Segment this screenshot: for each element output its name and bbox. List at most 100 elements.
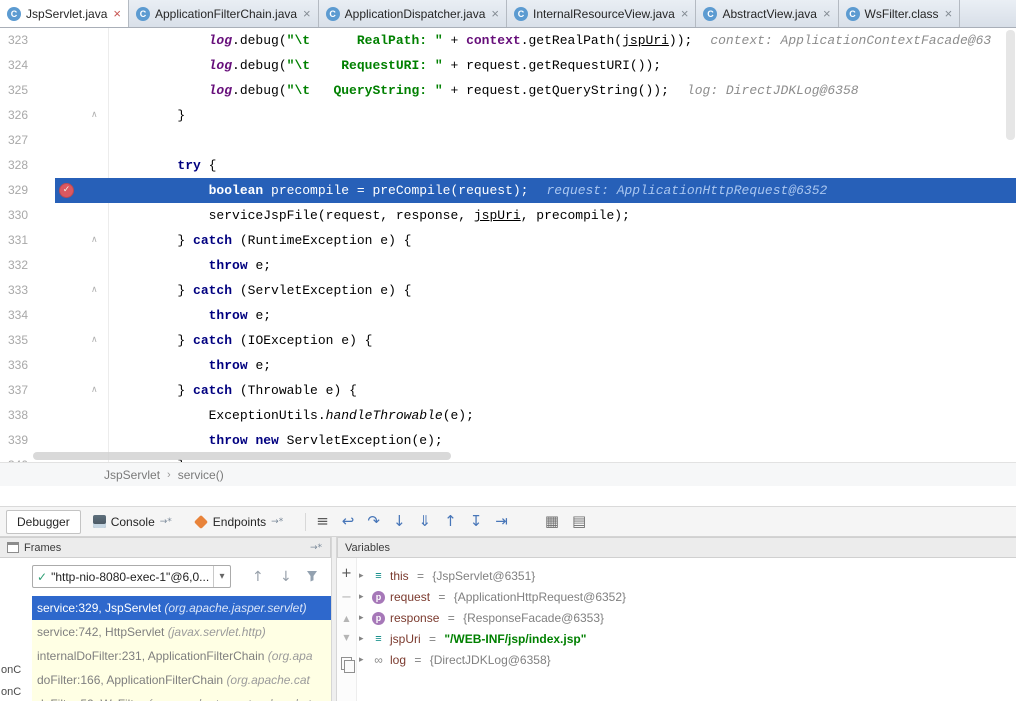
frame-location: service:329, JspServlet	[37, 601, 164, 615]
force-step-into-icon[interactable]: ⇓	[419, 514, 432, 529]
close-icon[interactable]: ×	[945, 7, 953, 20]
tab-label: JspServlet.java	[26, 7, 107, 21]
horizontal-scrollbar[interactable]	[33, 452, 451, 460]
expand-arrow-icon[interactable]: ▸	[359, 566, 367, 587]
fold-marker-icon[interactable]: ∧	[91, 228, 98, 253]
close-icon[interactable]: ×	[491, 7, 499, 20]
variable-row[interactable]: ▸≡this = {JspServlet@6351}	[359, 566, 1016, 587]
step-into-icon[interactable]: ↓	[393, 514, 406, 529]
step-over-icon[interactable]: ↷	[367, 514, 380, 529]
code-text: throw e;	[115, 303, 1016, 328]
close-icon[interactable]: ×	[113, 7, 121, 20]
filter-icon[interactable]	[306, 570, 318, 582]
line-number[interactable]: 333	[8, 278, 48, 303]
variable-row[interactable]: ▸prequest = {ApplicationHttpRequest@6352…	[359, 587, 1016, 608]
fold-marker-icon[interactable]: ∧	[91, 278, 98, 303]
code-text: } catch (Throwable e) {	[115, 378, 1016, 403]
variable-list: ▸≡this = {JspServlet@6351}▸prequest = {A…	[359, 566, 1016, 671]
line-number[interactable]: 335	[8, 328, 48, 353]
variable-row[interactable]: ▸presponse = {ResponseFacade@6353}	[359, 608, 1016, 629]
editor-tab-AbstractView.java[interactable]: C AbstractView.java ×	[696, 0, 838, 27]
remove-watch-icon[interactable]: −	[341, 591, 352, 604]
breadcrumb-separator: ›	[167, 469, 171, 481]
line-number[interactable]: 337	[8, 378, 48, 403]
code-text: } catch (RuntimeException e) {	[115, 228, 1016, 253]
frame-package: (org.apache.jasper.servlet)	[164, 601, 306, 615]
next-frame-icon[interactable]: ↓	[280, 569, 292, 585]
expand-arrow-icon[interactable]: ▸	[359, 629, 367, 650]
stack-frame[interactable]: service:329, JspServlet (org.apache.jasp…	[32, 596, 331, 620]
stack-frame[interactable]: internalDoFilter:231, ApplicationFilterC…	[32, 644, 331, 668]
tab-label: AbstractView.java	[722, 7, 817, 21]
code-line-329: 329 ✓ boolean precompile = preCompile(req…	[0, 178, 1016, 203]
stack-frame[interactable]: doFilter:166, ApplicationFilterChain (or…	[32, 668, 331, 692]
previous-frame-icon[interactable]: ↑	[252, 569, 264, 585]
line-number[interactable]: 336	[8, 353, 48, 378]
duplicate-icon[interactable]	[341, 657, 352, 670]
code-line-335: 335∧ } catch (IOException e) {	[0, 328, 1016, 353]
run-to-cursor-icon[interactable]: ⇥	[495, 514, 508, 529]
add-watch-icon[interactable]: +	[341, 567, 352, 580]
code-text: log.debug("\t RealPath: " + context.getR…	[115, 28, 1016, 53]
line-number[interactable]: 332	[8, 253, 48, 278]
line-number[interactable]: 328	[8, 153, 48, 178]
variable-name: jspUri	[390, 629, 421, 650]
thread-selector-dropdown[interactable]: ✓ "http-nio-8080-exec-1"@6,0... ▾	[32, 565, 231, 588]
editor-tab-ApplicationDispatcher.java[interactable]: CApplicationDispatcher.java×	[319, 0, 507, 27]
frame-location: internalDoFilter:231, ApplicationFilterC…	[37, 649, 268, 663]
equals-sign: =	[426, 629, 440, 650]
tab-endpoints[interactable]: Endpoints →*	[184, 511, 293, 533]
editor-tab-ApplicationFilterChain.java[interactable]: CApplicationFilterChain.java×	[129, 0, 319, 27]
line-number[interactable]: 339	[8, 428, 48, 453]
move-up-icon[interactable]: ▲	[343, 615, 349, 623]
thread-name: "http-nio-8080-exec-1"@6,0...	[51, 570, 213, 584]
close-icon[interactable]: ×	[823, 7, 831, 20]
layout-settings-icon[interactable]: ▤	[572, 514, 586, 529]
code-editor[interactable]: 323 log.debug("\t RealPath: " + context.…	[0, 28, 1016, 462]
tab-console[interactable]: Console →*	[83, 511, 182, 533]
code-rows: 323 log.debug("\t RealPath: " + context.…	[0, 28, 1016, 462]
breakpoint-icon[interactable]: ✓	[59, 183, 74, 198]
variable-row[interactable]: ▸∞log = {DirectJDKLog@6358}	[359, 650, 1016, 671]
move-down-icon[interactable]: ▼	[343, 634, 349, 642]
line-number[interactable]: 338	[8, 403, 48, 428]
line-number[interactable]: 331	[8, 228, 48, 253]
fold-marker-icon[interactable]: ∧	[91, 103, 98, 128]
line-number[interactable]: 325	[8, 78, 48, 103]
class-icon: C	[703, 7, 717, 21]
expand-arrow-icon[interactable]: ▸	[359, 587, 367, 608]
line-number[interactable]: 324	[8, 53, 48, 78]
breadcrumb-item-JspServlet[interactable]: JspServlet	[104, 468, 160, 482]
editor-tab-InternalResourceView.java[interactable]: CInternalResourceView.java×	[507, 0, 696, 27]
code-text: boolean precompile = preCompile(request)…	[115, 178, 1016, 203]
settings-menu-icon[interactable]: ≡	[316, 514, 329, 529]
vertical-scrollbar[interactable]	[1006, 30, 1015, 140]
expand-arrow-icon[interactable]: ▸	[359, 608, 367, 629]
close-icon[interactable]: ×	[681, 7, 689, 20]
fold-marker-icon[interactable]: ∧	[91, 378, 98, 403]
tab-label: Endpoints	[213, 515, 266, 529]
editor-tab-WsFilter.class[interactable]: CWsFilter.class×	[839, 0, 961, 27]
step-out-icon[interactable]: ↑	[444, 514, 457, 529]
stack-frame[interactable]: service:742, HttpServlet (javax.servlet.…	[32, 620, 331, 644]
stack-frame[interactable]: doFilter:52, WsFilter (org.apache.tomcat…	[32, 692, 331, 701]
code-text: ExceptionUtils.handleThrowable(e);	[115, 403, 1016, 428]
show-execution-point-icon[interactable]: ↩	[342, 514, 355, 529]
tab-debugger[interactable]: Debugger	[6, 510, 81, 534]
frame-package: (org.apache.cat	[226, 673, 309, 687]
line-number[interactable]: 327	[8, 128, 48, 153]
expand-arrow-icon[interactable]: ▸	[359, 650, 367, 671]
editor-tab-JspServlet.java[interactable]: CJspServlet.java×	[0, 0, 129, 27]
line-number[interactable]: 330	[8, 203, 48, 228]
line-number[interactable]: 329	[8, 178, 48, 203]
line-number[interactable]: 334	[8, 303, 48, 328]
line-number[interactable]: 323	[8, 28, 48, 53]
variable-row[interactable]: ▸≡jspUri = "/WEB-INF/jsp/index.jsp"	[359, 629, 1016, 650]
breadcrumb-item-service()[interactable]: service()	[178, 468, 224, 482]
drop-frame-icon[interactable]: ↧	[470, 514, 483, 529]
view-as-table-icon[interactable]: ▦	[545, 514, 559, 529]
variables-panel-header: Variables	[337, 537, 1016, 558]
fold-marker-icon[interactable]: ∧	[91, 328, 98, 353]
line-number[interactable]: 326	[8, 103, 48, 128]
close-icon[interactable]: ×	[303, 7, 311, 20]
